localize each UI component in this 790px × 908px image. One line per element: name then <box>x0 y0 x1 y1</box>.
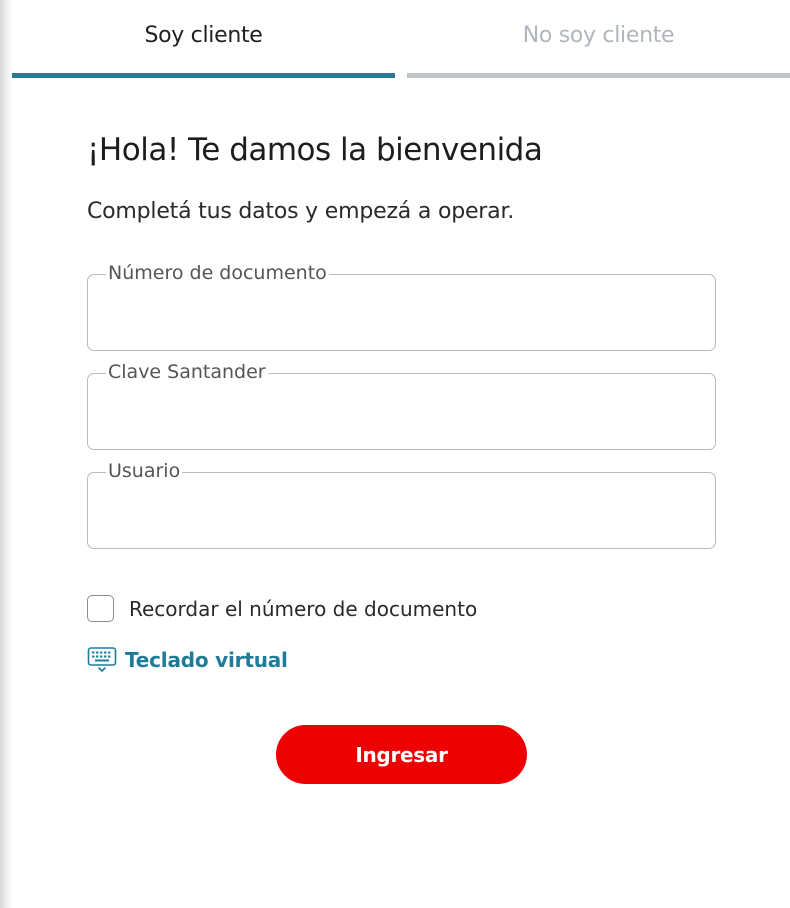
login-tabs: Soy cliente No soy cliente <box>12 0 790 78</box>
page-subtitle: Completá tus datos y empezá a operar. <box>87 199 515 224</box>
document-number-label: Número de documento <box>106 261 329 285</box>
keyboard-icon <box>87 647 117 672</box>
remember-document-label: Recordar el número de documento <box>129 596 478 621</box>
ingresar-button[interactable]: Ingresar <box>276 725 527 784</box>
password-field[interactable]: Clave Santander <box>87 360 716 450</box>
tab-no-soy-cliente-label: No soy cliente <box>522 23 675 48</box>
tab-inactive-indicator <box>407 73 790 78</box>
page-title: ¡Hola! Te damos la bienvenida <box>87 132 543 168</box>
password-label: Clave Santander <box>106 360 268 384</box>
remember-document-checkbox[interactable] <box>87 595 114 622</box>
document-number-input[interactable] <box>106 301 696 337</box>
tab-active-indicator <box>12 73 395 78</box>
password-input[interactable] <box>106 400 696 436</box>
remember-document-option[interactable]: Recordar el número de documento <box>87 595 477 622</box>
tab-no-soy-cliente[interactable]: No soy cliente <box>407 0 790 78</box>
tab-soy-cliente[interactable]: Soy cliente <box>12 0 395 78</box>
username-input[interactable] <box>106 499 696 535</box>
virtual-keyboard-label: Teclado virtual <box>125 648 288 672</box>
virtual-keyboard-link[interactable]: Teclado virtual <box>87 646 288 674</box>
username-label: Usuario <box>106 459 183 483</box>
username-field[interactable]: Usuario <box>87 459 716 549</box>
tab-soy-cliente-label: Soy cliente <box>144 23 263 48</box>
document-number-field[interactable]: Número de documento <box>87 261 716 351</box>
page-edge-shadow <box>0 0 12 908</box>
